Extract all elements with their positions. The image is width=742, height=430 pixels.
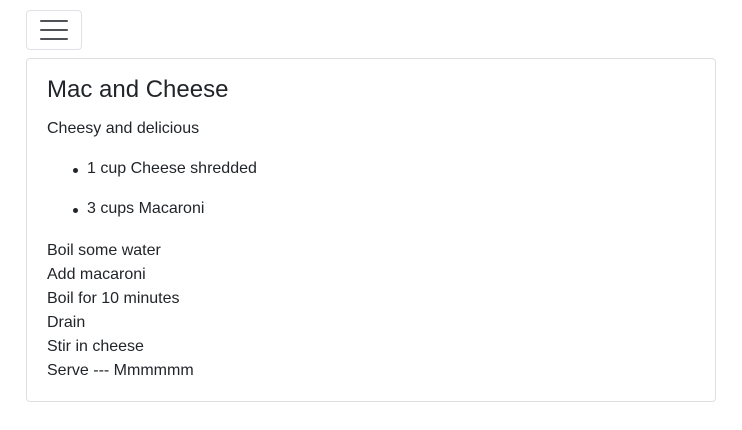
instruction-step: Boil for 10 minutes — [47, 290, 180, 307]
instruction-list: Boil some water Add macaroni Boil for 10… — [47, 239, 194, 383]
ingredient-list: 1 cup Cheese shredded 3 cups Macaroni — [47, 159, 257, 239]
ingredient-label: 1 cup Cheese shredded — [87, 160, 257, 177]
navbar-toggle-button[interactable] — [26, 10, 82, 50]
bullet-icon — [73, 208, 78, 213]
hamburger-icon — [40, 20, 68, 40]
ingredient-item: 1 cup Cheese shredded — [47, 159, 257, 199]
instruction-step: Serve --- Mmmmmm — [47, 362, 194, 379]
recipe-description: Cheesy and delicious — [47, 120, 200, 137]
ingredient-label: 3 cups Macaroni — [87, 200, 205, 217]
instruction-step: Boil some water — [47, 242, 161, 259]
instruction-step: Add macaroni — [47, 266, 146, 283]
instruction-step: Drain — [47, 314, 86, 331]
ingredient-item: 3 cups Macaroni — [47, 199, 257, 239]
recipe-card: Mac and Cheese Cheesy and delicious 1 cu… — [26, 58, 716, 402]
instruction-step: Stir in cheese — [47, 338, 144, 355]
bullet-icon — [73, 168, 78, 173]
page: Mac and Cheese Cheesy and delicious 1 cu… — [0, 0, 742, 430]
recipe-title: Mac and Cheese — [47, 76, 229, 103]
